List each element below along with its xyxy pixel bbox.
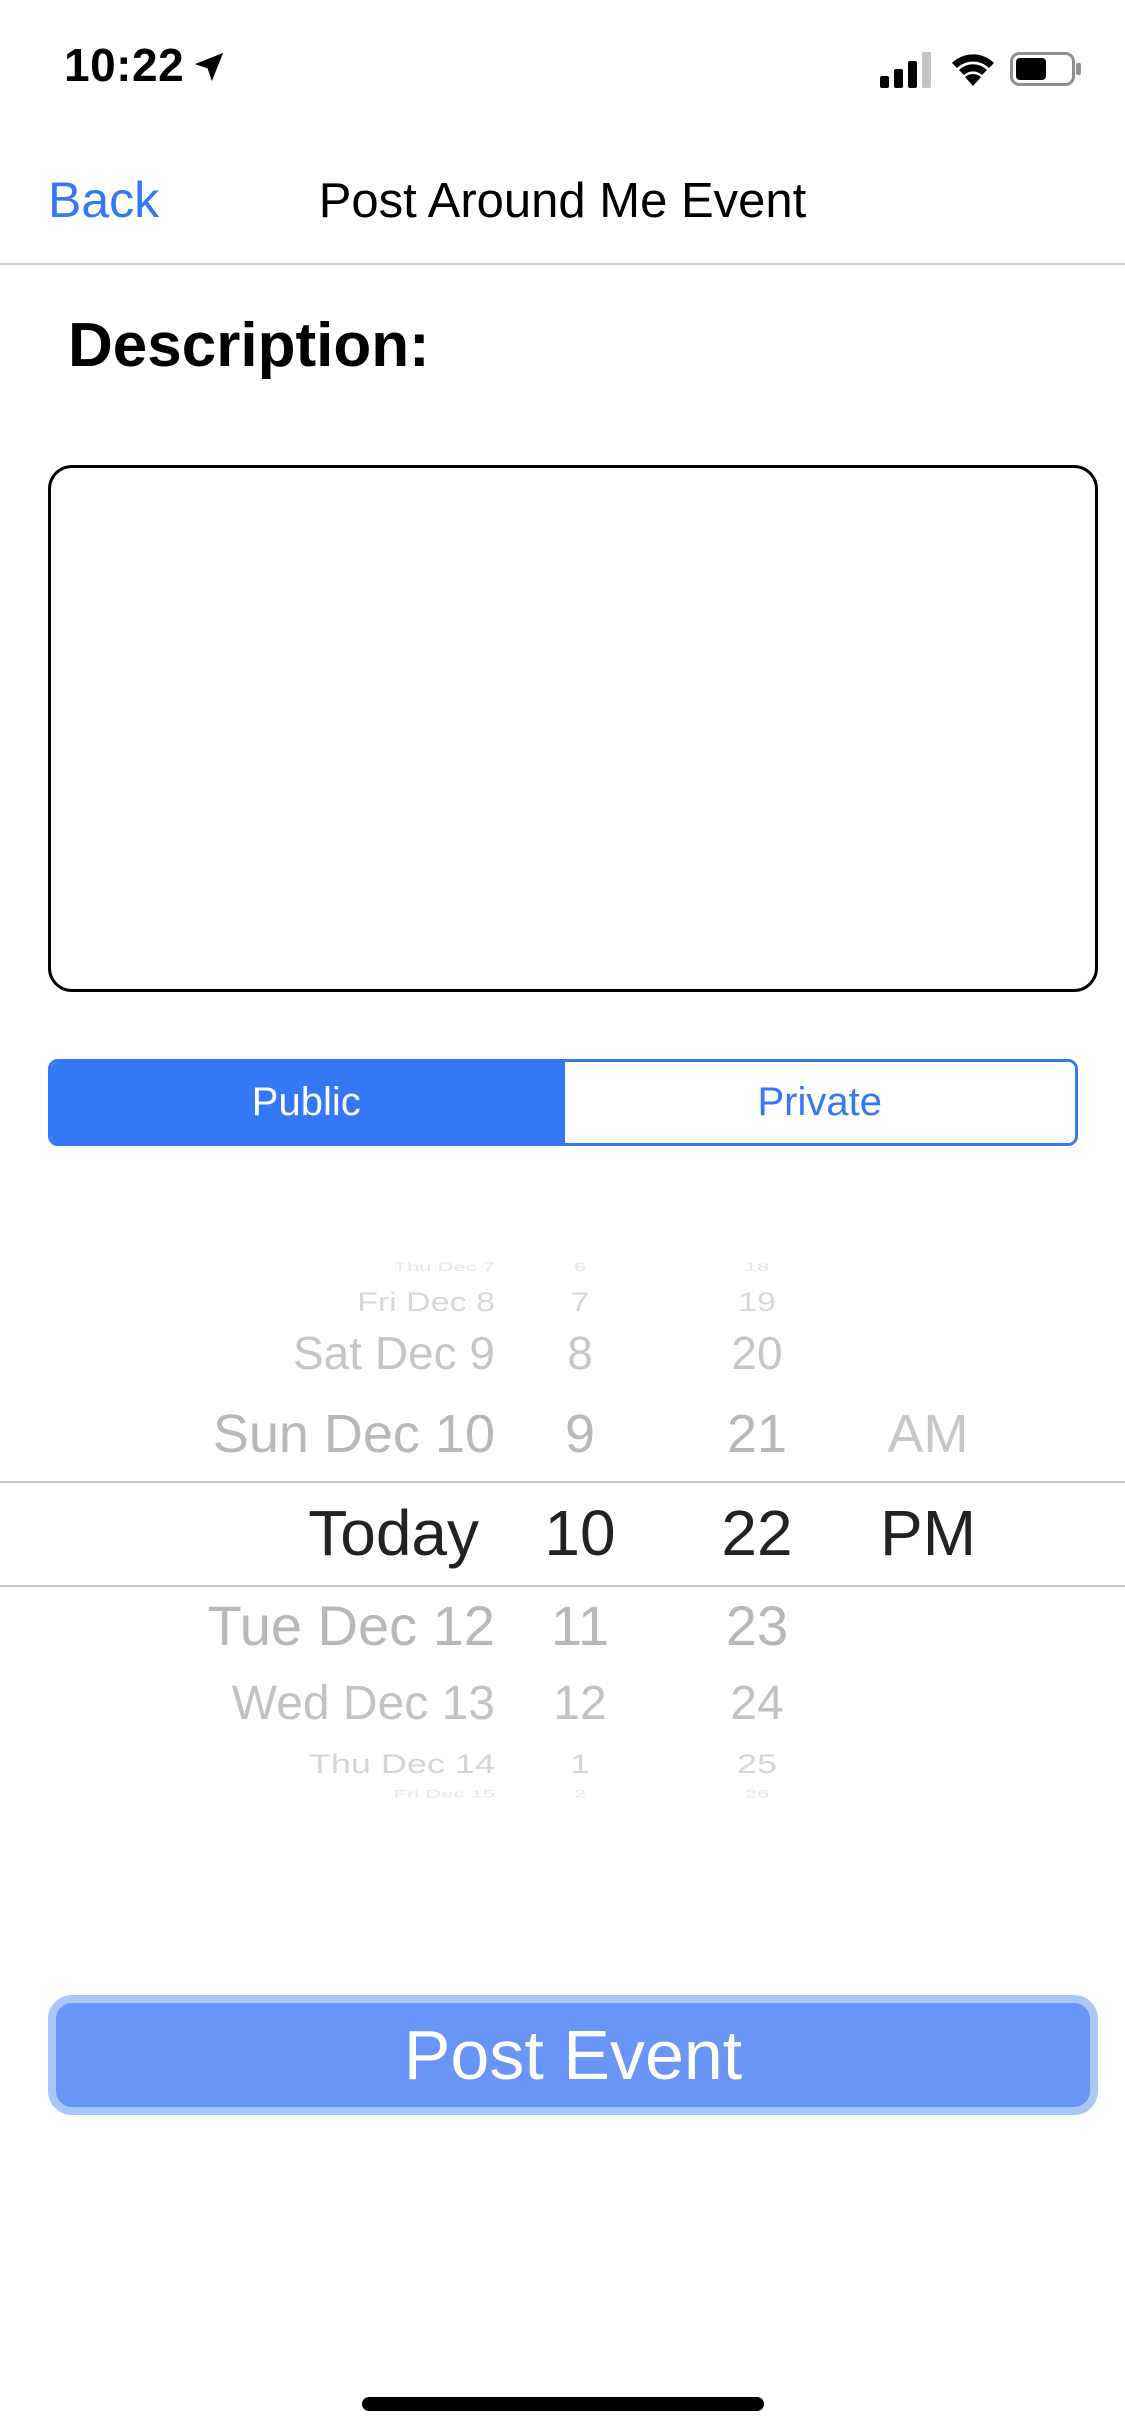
picker-minute-option[interactable]: 21 [717, 1407, 797, 1461]
status-bar: 10:22 [0, 0, 1125, 135]
picker-date-option[interactable]: Tue Dec 12 [208, 1598, 495, 1654]
page-title: Post Around Me Event [318, 174, 807, 228]
navigation-bar: Back Post Around Me Event [0, 135, 1125, 265]
picker-pm-selected[interactable]: PM [878, 1501, 978, 1565]
picker-minute-option[interactable]: 24 [717, 1680, 797, 1728]
picker-minute-option[interactable]: 26 [717, 1788, 797, 1800]
battery-icon [1010, 52, 1081, 86]
description-textarea[interactable] [48, 465, 1098, 992]
segment-public[interactable]: Public [51, 1062, 562, 1143]
segment-private[interactable]: Private [561, 1062, 1075, 1143]
status-time: 10:22 [64, 39, 185, 91]
picker-hour-option[interactable]: 11 [540, 1598, 620, 1654]
picker-am-option[interactable]: AM [878, 1407, 978, 1461]
picker-date-selected[interactable]: Today [308, 1501, 479, 1565]
picker-date-option[interactable]: Thu Dec 14 [309, 1750, 495, 1778]
picker-hour-selected[interactable]: 10 [540, 1501, 620, 1565]
picker-date-option[interactable]: Fri Dec 15 [394, 1788, 495, 1800]
picker-selection-bottom-line [0, 1585, 1125, 1587]
picker-hour-option[interactable]: 9 [540, 1407, 620, 1461]
post-event-button[interactable]: Post Event [48, 1995, 1098, 2115]
picker-date-option[interactable]: Thu Dec 7 [394, 1261, 496, 1273]
picker-date-option[interactable]: Wed Dec 13 [232, 1680, 495, 1728]
picker-minute-option[interactable]: 18 [717, 1261, 797, 1273]
picker-hour-option[interactable]: 1 [540, 1750, 620, 1778]
picker-hour-option[interactable]: 6 [540, 1261, 620, 1273]
picker-minute-option[interactable]: 25 [717, 1750, 797, 1778]
signal-icon [880, 52, 931, 88]
picker-hour-option[interactable]: 7 [540, 1288, 620, 1315]
picker-minute-option[interactable]: 19 [717, 1288, 797, 1315]
picker-hour-option[interactable]: 12 [540, 1680, 620, 1728]
picker-minute-selected[interactable]: 22 [717, 1501, 797, 1565]
picker-hour-option[interactable]: 2 [540, 1788, 620, 1800]
picker-minute-option[interactable]: 23 [717, 1598, 797, 1654]
picker-date-option[interactable]: Sat Dec 9 [293, 1330, 495, 1376]
picker-date-option[interactable]: Fri Dec 8 [357, 1288, 495, 1315]
location-arrow-icon [194, 52, 224, 82]
date-time-picker[interactable]: Thu Dec 7 Fri Dec 8 Sat Dec 9 Sun Dec 10… [0, 1260, 1125, 1800]
visibility-segmented-control: Public Private [48, 1059, 1078, 1146]
picker-selection-top-line [0, 1481, 1125, 1483]
description-label: Description: [68, 311, 430, 380]
picker-date-option[interactable]: Sun Dec 10 [213, 1407, 495, 1461]
picker-minute-option[interactable]: 20 [717, 1330, 797, 1376]
picker-hour-option[interactable]: 8 [540, 1330, 620, 1376]
wifi-icon [952, 54, 994, 86]
home-indicator[interactable] [362, 2397, 764, 2411]
